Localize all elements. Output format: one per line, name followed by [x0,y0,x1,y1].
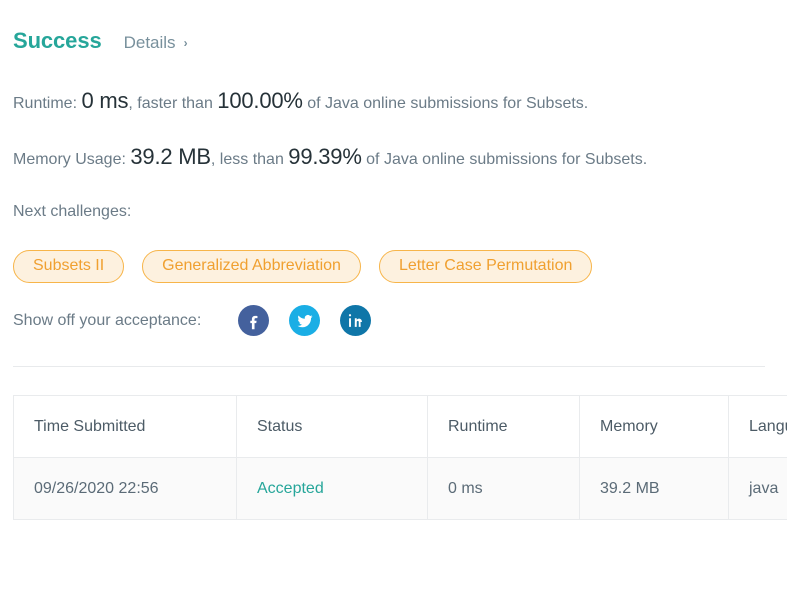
table-row[interactable]: 09/26/2020 22:56 Accepted 0 ms 39.2 MB j… [13,457,787,520]
memory-stat-label: Memory Usage: [13,151,126,168]
details-link[interactable]: Details › [124,33,188,53]
memory-stat-percentile: 99.39% [288,144,362,169]
result-header: Success Details › [13,28,188,54]
cell-memory: 39.2 MB [579,457,729,520]
share-label: Show off your acceptance: [13,311,202,329]
chevron-right-icon: › [183,36,188,50]
next-challenges-list: Subsets II Generalized Abbreviation Lett… [13,250,593,283]
cell-time-submitted: 09/26/2020 22:56 [13,457,237,520]
column-header-language: Language [728,395,787,458]
next-challenge-letter-case-permutation[interactable]: Letter Case Permutation [378,250,593,283]
column-header-status: Status [236,395,428,458]
page-title: Success [13,28,102,53]
linkedin-icon[interactable] [340,305,372,336]
cell-runtime: 0 ms [427,457,580,520]
column-header-memory: Memory [579,395,729,458]
social-icon-group [238,305,372,336]
runtime-stat-value: 0 ms [81,88,129,113]
column-header-time-submitted: Time Submitted [13,395,237,458]
table-header-row: Time Submitted Status Runtime Memory Lan… [13,395,787,458]
memory-stat-comparator: , less than [210,151,289,168]
section-divider [13,366,765,367]
next-challenge-generalized-abbreviation[interactable]: Generalized Abbreviation [142,250,361,283]
twitter-icon[interactable] [289,305,321,336]
submissions-table: Time Submitted Status Runtime Memory Lan… [13,395,787,520]
facebook-icon[interactable] [238,305,270,336]
runtime-stat-comparator: , faster than [128,95,218,112]
column-header-runtime: Runtime [427,395,580,458]
details-link-label: Details [123,33,176,52]
runtime-stat-label: Runtime: [13,95,78,112]
runtime-stat-suffix: of Java online submissions for Subsets. [302,95,589,112]
memory-stat-suffix: of Java online submissions for Subsets. [361,151,648,168]
cell-status[interactable]: Accepted [236,457,428,520]
memory-stat-value: 39.2 MB [130,144,211,169]
next-challenge-subsets-ii[interactable]: Subsets II [13,250,125,283]
memory-stat: Memory Usage: 39.2 MB, less than 99.39% … [13,146,647,168]
cell-language: java [728,457,787,520]
share-row: Show off your acceptance: [13,305,372,336]
runtime-stat-percentile: 100.00% [217,88,303,113]
next-challenges-label: Next challenges: [13,203,132,220]
runtime-stat: Runtime: 0 ms, faster than 100.00% of Ja… [13,90,588,112]
